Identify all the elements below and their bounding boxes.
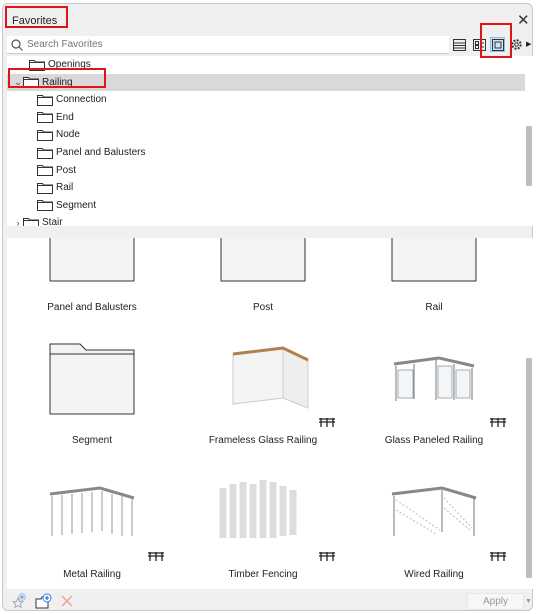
- folder-icon: [37, 182, 53, 194]
- chevron-icon[interactable]: ⌄: [13, 77, 23, 88]
- tree-item[interactable]: Rail: [7, 179, 525, 196]
- railing-object-icon: [148, 552, 164, 561]
- railing-object-icon: [319, 418, 335, 427]
- folder-tree: Openings ⌄ Railing Connection End Node Panel a…: [7, 56, 525, 226]
- close-icon[interactable]: ✕: [517, 11, 530, 29]
- gear-icon[interactable]: [509, 37, 524, 52]
- tree-item[interactable]: Post: [7, 162, 525, 179]
- large-thumbnail-view-icon[interactable]: [490, 37, 505, 52]
- tree-item[interactable]: Segment: [7, 197, 525, 214]
- railing-thumbnail: [219, 480, 297, 538]
- grid-item-label: Metal Railing: [63, 569, 121, 580]
- railing-thumbnail: [232, 346, 309, 409]
- tree-item-label: Segment: [56, 199, 97, 211]
- tree-item-label: Rail: [56, 182, 74, 194]
- window-title: Favorites: [12, 15, 58, 27]
- tree-item-label: Connection: [56, 94, 107, 106]
- apply-button[interactable]: Apply: [467, 593, 524, 610]
- folder-icon: [23, 77, 39, 89]
- grid-item[interactable]: Timber Fencing: [178, 450, 348, 580]
- small-grid-view-icon[interactable]: [472, 37, 487, 52]
- folder-icon: [37, 94, 53, 106]
- folder-icon: [29, 59, 45, 71]
- folder-icon: [37, 165, 53, 177]
- grid-item[interactable]: Post: [178, 238, 348, 313]
- folder-icon: [23, 217, 39, 226]
- grid-item-label: Panel and Balusters: [47, 302, 137, 313]
- grid-item[interactable]: Glass Paneled Railing: [349, 316, 519, 446]
- tree-item[interactable]: ⌄ Railing: [7, 73, 525, 91]
- grid-item-label: Wired Railing: [404, 569, 464, 580]
- tree-item-label: Railing: [42, 76, 73, 88]
- add-favorite-icon[interactable]: [11, 593, 27, 609]
- thumbnail-grid: Panel and Balusters Post Rail Segment Framel…: [7, 238, 525, 589]
- grid-item[interactable]: Panel and Balusters: [7, 238, 177, 313]
- railing-object-icon: [490, 418, 506, 427]
- tree-scrollbar[interactable]: [525, 56, 533, 226]
- grid-item-label: Timber Fencing: [228, 569, 298, 580]
- folder-thumbnail-icon: [49, 238, 135, 282]
- chevron-icon[interactable]: ›: [13, 218, 23, 226]
- tree-item[interactable]: › Stair: [7, 214, 525, 226]
- tree-item-label: End: [56, 111, 74, 123]
- grid-item-label: Frameless Glass Railing: [208, 435, 318, 446]
- folder-thumbnail-icon: [391, 238, 477, 282]
- tree-item[interactable]: Node: [7, 126, 525, 143]
- favorites-window: Favorites ✕ ▶ Openings ⌄ Railing Connection…: [2, 3, 533, 611]
- folder-icon: [37, 147, 53, 159]
- folder-icon: [37, 200, 53, 212]
- folder-icon: [37, 112, 53, 124]
- folder-icon: [37, 129, 53, 141]
- grid-item[interactable]: Metal Railing: [7, 450, 177, 580]
- grid-item[interactable]: Wired Railing: [349, 450, 519, 580]
- grid-item[interactable]: Rail: [349, 238, 519, 313]
- tree-item[interactable]: Openings: [7, 56, 525, 73]
- footer-bar: Apply ▼: [3, 589, 534, 611]
- tree-item[interactable]: Connection: [7, 91, 525, 108]
- tree-item-label: Node: [56, 129, 80, 141]
- tree-item-label: Stair: [42, 217, 63, 226]
- grid-scrollbar[interactable]: [525, 238, 533, 589]
- tree-item-label: Openings: [48, 59, 91, 70]
- railing-thumbnail: [49, 486, 135, 536]
- apply-dropdown-icon[interactable]: ▼: [525, 593, 533, 610]
- search-input[interactable]: [27, 39, 427, 50]
- more-arrow-icon[interactable]: ▶: [526, 40, 531, 48]
- grid-item-label: Rail: [425, 302, 443, 313]
- tree-item[interactable]: End: [7, 109, 525, 126]
- grid-item[interactable]: Segment: [7, 316, 177, 446]
- list-view-icon[interactable]: [452, 37, 467, 52]
- grid-item-label: Glass Paneled Railing: [384, 435, 484, 446]
- grid-item-label: Post: [252, 302, 273, 313]
- delete-icon[interactable]: [61, 595, 73, 607]
- railing-thumbnail: [391, 486, 477, 536]
- folder-thumbnail-icon: [220, 238, 306, 282]
- railing-object-icon: [490, 552, 506, 561]
- tree-item-label: Post: [56, 164, 77, 176]
- railing-object-icon: [319, 552, 335, 561]
- pane-splitter[interactable]: [7, 228, 531, 236]
- new-folder-icon[interactable]: [35, 593, 53, 609]
- grid-item[interactable]: Frameless Glass Railing: [178, 316, 348, 446]
- search-icon: [11, 38, 23, 51]
- railing-thumbnail: [393, 356, 475, 401]
- grid-item-label: Segment: [71, 435, 113, 446]
- tree-item-label: Panel and Balusters: [56, 147, 146, 158]
- folder-thumbnail-icon: [49, 343, 135, 415]
- tree-item[interactable]: Panel and Balusters: [7, 144, 525, 161]
- search-field[interactable]: [7, 36, 449, 54]
